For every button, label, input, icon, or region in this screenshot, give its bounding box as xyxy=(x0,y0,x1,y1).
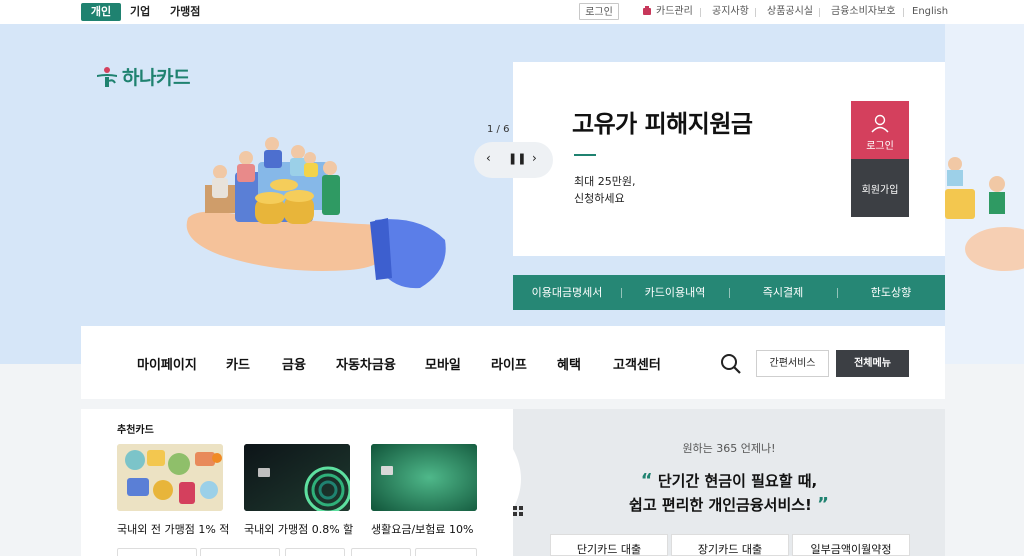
divider xyxy=(819,8,820,17)
revolving-agreement-button[interactable]: 일부금액이월약정 xyxy=(792,534,910,556)
card-detail-button[interactable] xyxy=(117,548,197,556)
promo-line-2: 쉽고 편리한 개인금융서비스! xyxy=(629,496,812,514)
next-slide-illustration xyxy=(945,157,1024,271)
promo-headline-1: “ 단기간 현금이 필요할 때, xyxy=(513,470,945,491)
nav-auto-finance[interactable]: 자동차금융 xyxy=(336,354,396,373)
card-detail-button[interactable] xyxy=(351,548,411,556)
card-detail-button[interactable] xyxy=(415,548,477,556)
short-term-loan-button[interactable]: 단기카드 대출 xyxy=(550,534,668,556)
slide-controls: ‹ ❚❚ › xyxy=(474,142,553,178)
card-caption-2[interactable]: 국내외 가맹점 0.8% 할 xyxy=(244,521,356,537)
close-quote-icon: ” xyxy=(817,494,829,515)
divider xyxy=(755,8,756,17)
hero-illustration xyxy=(186,137,446,289)
segment-personal[interactable]: 개인 xyxy=(81,3,121,21)
hero-headline: 고유가 피해지원금 xyxy=(572,110,753,138)
slide-pager: 1 / 6 xyxy=(487,124,510,135)
quick-link-statement[interactable]: 이용대금명세서 xyxy=(513,275,621,310)
consumer-protection-link[interactable]: 금융소비자보호 xyxy=(831,3,895,21)
search-icon[interactable] xyxy=(720,353,742,375)
brand-name: 하나카드 xyxy=(122,67,190,89)
card-manage-link[interactable]: 카드관리 xyxy=(656,3,693,21)
english-link[interactable]: English xyxy=(912,3,948,21)
quick-link-usage[interactable]: 카드이용내역 xyxy=(621,275,729,310)
card-detail-button[interactable] xyxy=(200,548,280,556)
segment-merchant[interactable]: 가맹점 xyxy=(170,3,200,21)
easy-service-button[interactable]: 간편서비스 xyxy=(756,350,829,377)
nav-benefits[interactable]: 혜택 xyxy=(557,354,581,373)
quick-links-bar: 이용대금명세서 카드이용내역 즉시결제 한도상향 xyxy=(513,275,945,310)
nav-customer-center[interactable]: 고객센터 xyxy=(613,354,661,373)
prev-slide-icon[interactable]: ‹ xyxy=(486,151,491,165)
hero-subtext-1: 최대 25만원, xyxy=(574,175,636,188)
headline-underline xyxy=(574,154,596,156)
user-icon xyxy=(871,114,889,133)
card-art-stickers xyxy=(117,444,223,511)
card-image-2[interactable] xyxy=(244,444,350,511)
card-manage-icon xyxy=(643,6,651,15)
divider xyxy=(700,8,701,17)
top-utility-bar: 개인 기업 가맹점 로그인 카드관리 공지사항 상품공시실 금융소비자보호 En… xyxy=(0,0,1024,24)
card-art-green-radial xyxy=(371,444,477,511)
next-slide-preview[interactable] xyxy=(945,24,1024,364)
hero-join-label: 회원가입 xyxy=(861,185,899,196)
nav-mobile[interactable]: 모바일 xyxy=(425,354,461,373)
long-term-loan-button[interactable]: 장기카드 대출 xyxy=(671,534,789,556)
hero-login-label: 로그인 xyxy=(866,141,894,152)
hero-login-button[interactable]: 로그인 xyxy=(851,101,909,159)
hana-logo-icon xyxy=(97,66,117,87)
recommended-title: 추천카드 xyxy=(117,425,154,436)
pause-icon[interactable]: ❚❚ xyxy=(508,152,526,165)
divider xyxy=(903,8,904,17)
open-quote-icon: “ xyxy=(640,470,653,491)
nav-mypage[interactable]: 마이페이지 xyxy=(137,354,197,373)
quick-link-limit-up[interactable]: 한도상향 xyxy=(837,275,945,310)
card-image-3[interactable] xyxy=(371,444,477,511)
promo-kicker: 원하는 365 언제나! xyxy=(682,442,776,455)
all-menu-button[interactable]: 전체메뉴 xyxy=(836,350,909,377)
nav-finance[interactable]: 금융 xyxy=(282,354,306,373)
card-image-1[interactable] xyxy=(117,444,223,511)
quick-link-instant-pay[interactable]: 즉시결제 xyxy=(729,275,837,310)
product-disclosure-link[interactable]: 상품공시실 xyxy=(767,3,813,21)
card-art-one-the-card xyxy=(244,444,350,511)
next-slide-icon[interactable]: › xyxy=(532,151,537,165)
top-login-button[interactable]: 로그인 xyxy=(579,3,619,20)
hero-subtext-2: 신청하세요 xyxy=(574,192,625,205)
segment-corporate[interactable]: 기업 xyxy=(130,3,150,21)
nav-life[interactable]: 라이프 xyxy=(491,354,527,373)
card-caption-1[interactable]: 국내외 전 가맹점 1% 적 xyxy=(117,521,233,537)
notice-link[interactable]: 공지사항 xyxy=(712,3,749,21)
card-caption-3[interactable]: 생활요금/보험료 10% xyxy=(371,521,483,537)
card-detail-button[interactable] xyxy=(285,548,345,556)
promo-line-1: 단기간 현금이 필요할 때, xyxy=(657,472,818,490)
promo-headline-2: 쉽고 편리한 개인금융서비스! ” xyxy=(513,494,945,515)
brand-logo[interactable]: 하나카드 xyxy=(95,63,190,90)
hero-join-button[interactable]: 회원가입 xyxy=(851,159,909,217)
nav-card[interactable]: 카드 xyxy=(226,354,250,373)
